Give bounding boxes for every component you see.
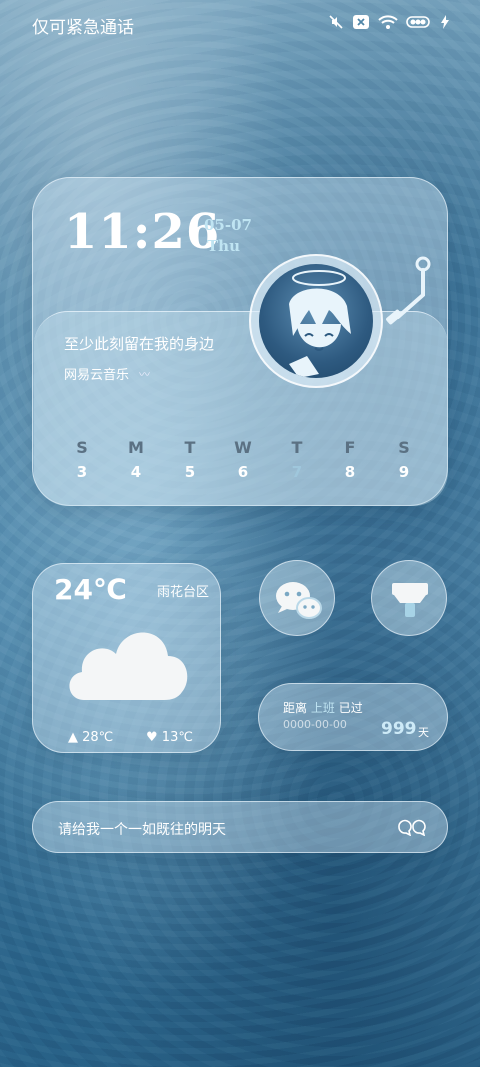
weekday-letter: W (234, 438, 252, 457)
clock-weekday: Thu (207, 237, 240, 255)
countdown-prefix: 距离 (283, 701, 308, 715)
status-bar: 仅可紧急通话 (0, 0, 480, 48)
weekday-number: 5 (184, 463, 196, 481)
weekday-number: 6 (237, 463, 249, 481)
status-icons (328, 14, 450, 34)
broom-icon (392, 583, 428, 617)
week-day-col: M 4 (116, 438, 156, 481)
down-arrow-icon: ♥ (146, 730, 162, 745)
countdown-suffix: 已过 (338, 701, 363, 715)
weekday-number: 8 (344, 463, 356, 481)
weekday-number-today: 7 (291, 463, 303, 481)
no-sim-icon (352, 14, 370, 34)
quote-bubble-icon (398, 819, 426, 836)
week-day-col: W 6 (223, 438, 263, 481)
countdown-label: 距离 上班 已过 (283, 699, 363, 716)
weekday-letter: S (76, 438, 88, 457)
up-arrow-icon: ▲ (68, 730, 83, 745)
battery-icon (406, 14, 432, 34)
weekday-letter: T (184, 438, 196, 457)
mute-vibrate-icon (328, 14, 344, 34)
wifi-icon (378, 14, 398, 34)
week-day-col: S 9 (384, 438, 424, 481)
wave-icon: 〰 (139, 368, 150, 381)
week-day-col-today: T 7 (277, 438, 317, 481)
countdown-date: 0000-00-00 (283, 718, 347, 731)
music-app-name: 网易云音乐 (64, 368, 130, 383)
weather-location: 雨花台区 (157, 585, 210, 600)
wechat-shortcut-button[interactable] (259, 560, 335, 636)
clock-time: 11:26 (64, 204, 221, 260)
countdown-event: 上班 (310, 701, 335, 715)
countdown-days: 999 (381, 719, 417, 739)
current-temperature: 24℃ (54, 573, 127, 606)
countdown-widget[interactable] (258, 683, 448, 751)
carrier-text: 仅可紧急通话 (32, 18, 134, 38)
weekday-number: 4 (130, 463, 142, 481)
high-temperature: ▲ 28℃ (68, 730, 113, 745)
wallpaper-texture (0, 0, 480, 1067)
week-day-col: F 8 (330, 438, 370, 481)
week-calendar: S 3 M 4 T 5 W 6 T 7 F 8 S 9 (56, 438, 428, 488)
clock-date: 05-07 (204, 216, 252, 234)
week-day-col: T 5 (170, 438, 210, 481)
cleaner-shortcut-button[interactable] (371, 560, 447, 636)
low-temp-value: 13℃ (161, 730, 193, 745)
song-title: 至少此刻留在我的身边 (64, 335, 215, 353)
countdown-unit: 天 (418, 726, 429, 739)
weekday-number: 3 (76, 463, 88, 481)
weekday-letter: F (344, 438, 356, 457)
high-temp-value: 28℃ (82, 730, 114, 745)
tonearm-icon (386, 256, 431, 325)
weekday-letter: S (398, 438, 410, 457)
weekday-letter: T (291, 438, 303, 457)
cloud-icon (69, 632, 188, 700)
charging-icon (440, 14, 450, 34)
chat-bubble-icon (276, 582, 322, 619)
week-day-col: S 3 (62, 438, 102, 481)
weekday-number: 9 (398, 463, 410, 481)
weekday-letter: M (128, 438, 144, 457)
quote-text: 请给我一个一如既往的明天 (58, 822, 226, 838)
low-temperature: ♥ 13℃ (146, 730, 193, 745)
album-art (259, 264, 373, 378)
